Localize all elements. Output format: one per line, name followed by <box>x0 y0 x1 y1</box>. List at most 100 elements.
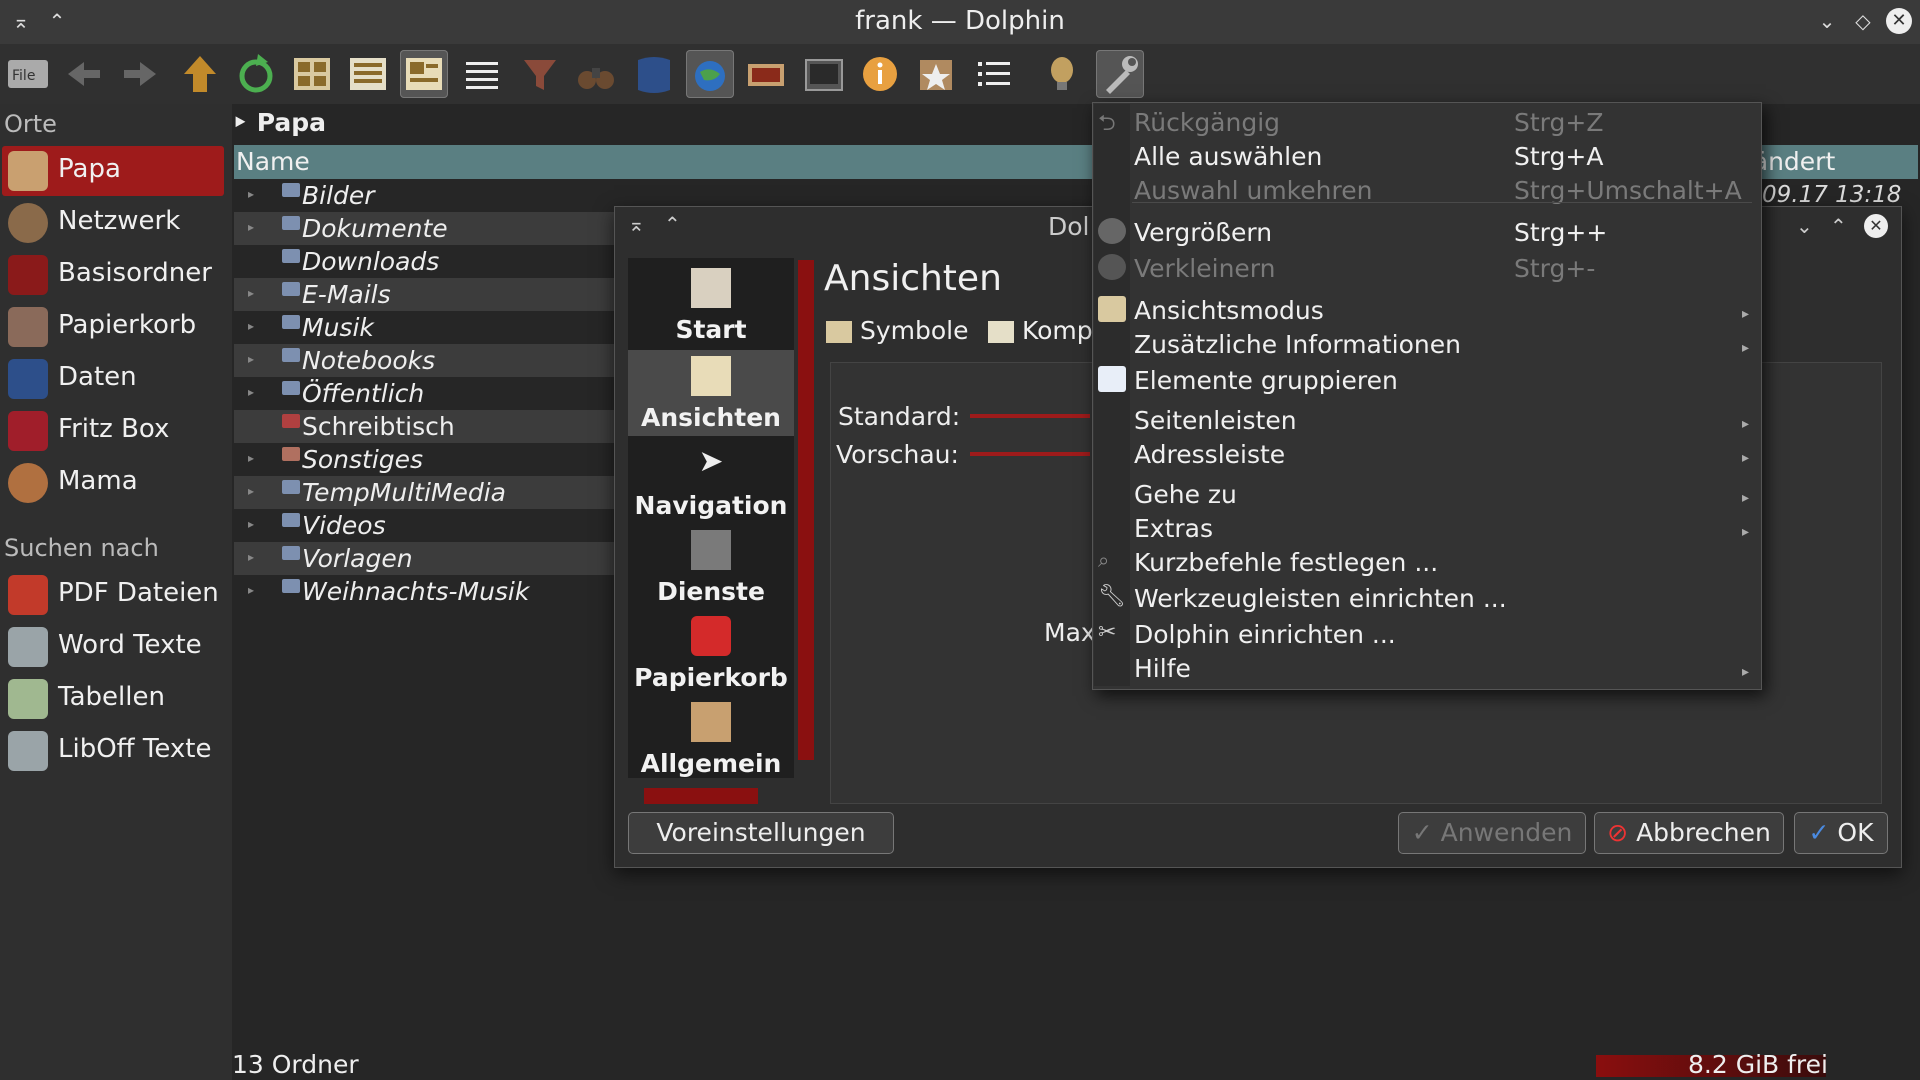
cancel-button[interactable]: ⊘ Abbrechen <box>1594 812 1784 854</box>
place-home-folder[interactable]: Basisordner <box>2 250 224 300</box>
breadcrumb[interactable]: ‣ Papa <box>232 108 326 137</box>
place-fritz-box[interactable]: Fritz Box <box>2 406 224 456</box>
file-row-vorlagen[interactable]: ▸ Vorlagen <box>234 542 614 575</box>
menu-configure-dolphin[interactable]: Dolphin einrichten ... <box>1134 620 1396 649</box>
ok-button[interactable]: ✓ OK <box>1794 812 1888 854</box>
folder-icon <box>282 183 300 197</box>
dialog-keep-below-icon[interactable]: ⌅ <box>628 212 645 236</box>
minimize-button[interactable]: ⌄ <box>1814 8 1840 34</box>
menu-extras[interactable]: Extras <box>1134 514 1213 543</box>
nav-general[interactable]: Allgemein <box>628 696 794 782</box>
menu-configure-shortcuts[interactable]: Kurzbefehle festlegen ... <box>1134 548 1438 577</box>
tab-compact[interactable]: Kompa <box>988 316 1108 352</box>
menu-go-to[interactable]: Gehe zu <box>1134 480 1237 509</box>
menu-zoom-out[interactable]: Verkleinern <box>1134 254 1275 283</box>
menu-help[interactable]: Hilfe <box>1134 654 1191 683</box>
expand-arrow-icon[interactable]: ▸ <box>248 319 254 333</box>
details-view-icon[interactable] <box>400 50 448 98</box>
dialog-keep-above-icon[interactable]: ⌃ <box>664 212 681 236</box>
menu-configure-toolbars[interactable]: Werkzeugleisten einrichten ... <box>1134 584 1507 613</box>
menu-additional-info[interactable]: Zusätzliche Informationen <box>1134 330 1461 359</box>
apply-button[interactable]: ✓ Anwenden <box>1398 812 1586 854</box>
dialog-minimize-button[interactable]: ⌄ <box>1796 214 1813 238</box>
expand-arrow-icon[interactable]: ▸ <box>248 517 254 531</box>
defaults-button[interactable]: Voreinstellungen <box>628 812 894 854</box>
search-word[interactable]: Word Texte <box>2 622 224 672</box>
column-name-header[interactable]: Name <box>236 147 310 176</box>
file-row-sonstiges[interactable]: ▸ Sonstiges <box>234 443 614 476</box>
menu-zoom-in[interactable]: Vergrößern <box>1134 218 1272 247</box>
nav-views[interactable]: Ansichten <box>628 350 794 436</box>
back-arrow-icon[interactable] <box>60 50 108 98</box>
place-network[interactable]: Netzwerk <box>2 198 224 248</box>
menu-view-mode[interactable]: Ansichtsmodus <box>1134 296 1324 325</box>
file-row-musik[interactable]: ▸ Musik <box>234 311 614 344</box>
expand-arrow-icon[interactable]: ▸ <box>248 220 254 234</box>
compact-view-icon[interactable] <box>344 50 392 98</box>
maximize-button[interactable]: ◇ <box>1850 8 1876 34</box>
search-pdf[interactable]: PDF Dateien <box>2 570 224 620</box>
file-row-oeffentlich[interactable]: ▸ Öffentlich <box>234 377 614 410</box>
picture-frame-icon[interactable] <box>742 50 790 98</box>
expand-arrow-icon[interactable]: ▸ <box>248 451 254 465</box>
nav-services[interactable]: Dienste <box>628 524 794 610</box>
search-liboff[interactable]: LibOff Texte <box>2 726 224 776</box>
home-up-icon[interactable] <box>176 50 224 98</box>
terminal-icon[interactable] <box>800 50 848 98</box>
dialog-close-button[interactable]: ✕ <box>1864 214 1888 238</box>
expand-arrow-icon[interactable]: ▸ <box>248 550 254 564</box>
nav-horizontal-scrollbar[interactable] <box>644 788 758 804</box>
expand-arrow-icon[interactable]: ▸ <box>248 583 254 597</box>
close-button[interactable]: ✕ <box>1886 8 1912 34</box>
file-row-tempmultimedia[interactable]: ▸ TempMultiMedia <box>234 476 614 509</box>
file-row-emails[interactable]: ▸ E-Mails <box>234 278 614 311</box>
menu-list-icon[interactable] <box>970 50 1018 98</box>
file-row-videos[interactable]: ▸ Videos <box>234 509 614 542</box>
file-row-bilder[interactable]: ▸ Bilder <box>234 179 614 212</box>
expand-arrow-icon[interactable]: ▸ <box>248 352 254 366</box>
expand-arrow-icon[interactable]: ▸ <box>248 484 254 498</box>
info-icon[interactable] <box>856 50 904 98</box>
dialog-maximize-button[interactable]: ⌃ <box>1830 214 1847 238</box>
menu-undo[interactable]: Rückgängig <box>1134 108 1280 137</box>
nav-vertical-scrollbar[interactable] <box>798 260 814 760</box>
reload-icon[interactable] <box>232 50 280 98</box>
menu-location-bar[interactable]: Adressleiste <box>1134 440 1285 469</box>
menu-invert-selection[interactable]: Auswahl umkehren <box>1134 176 1372 205</box>
expand-arrow-icon[interactable]: ▸ <box>248 385 254 399</box>
forward-arrow-icon[interactable] <box>116 50 164 98</box>
place-trash[interactable]: Papierkorb <box>2 302 224 352</box>
view-mode-icon <box>1098 296 1126 322</box>
folder-count: 13 Ordner <box>232 1050 359 1079</box>
filter-funnel-icon[interactable] <box>516 50 564 98</box>
menu-select-all[interactable]: Alle auswählen <box>1134 142 1322 171</box>
expand-arrow-icon[interactable]: ▸ <box>248 286 254 300</box>
file-row-downloads[interactable]: Downloads <box>234 245 614 278</box>
standard-size-slider[interactable] <box>970 414 1090 418</box>
nav-navigation[interactable]: ➤ Navigation <box>628 438 794 524</box>
list-view-icon[interactable] <box>458 50 506 98</box>
place-papa[interactable]: Papa <box>2 146 224 196</box>
file-row-dokumente[interactable]: ▸ Dokumente <box>234 212 614 245</box>
lightbulb-icon[interactable] <box>1038 50 1086 98</box>
nav-start[interactable]: Start <box>628 262 794 348</box>
file-row-notebooks[interactable]: ▸ Notebooks <box>234 344 614 377</box>
globe-icon[interactable] <box>686 50 734 98</box>
place-data[interactable]: Daten <box>2 354 224 404</box>
icon-view-icon[interactable] <box>288 50 336 98</box>
expand-arrow-icon[interactable]: ▸ <box>248 187 254 201</box>
place-mama[interactable]: Mama <box>2 458 224 508</box>
search-tables[interactable]: Tabellen <box>2 674 224 724</box>
menu-group-items[interactable]: Elemente gruppieren <box>1134 366 1398 395</box>
tab-symbols[interactable]: Symbole <box>826 316 968 352</box>
drive-icon[interactable] <box>630 50 678 98</box>
configure-wrench-icon[interactable] <box>1096 50 1144 98</box>
menu-panels[interactable]: Seitenleisten <box>1134 406 1297 435</box>
file-row-weihnachts-musik[interactable]: ▸ Weihnachts-Musik <box>234 575 614 608</box>
file-menu-icon[interactable]: File <box>4 50 52 98</box>
nav-trash[interactable]: Papierkorb <box>628 610 794 696</box>
preview-size-slider[interactable] <box>970 452 1090 456</box>
binoculars-icon[interactable] <box>572 50 620 98</box>
bookmark-icon[interactable] <box>912 50 960 98</box>
file-row-schreibtisch[interactable]: Schreibtisch <box>234 410 614 443</box>
